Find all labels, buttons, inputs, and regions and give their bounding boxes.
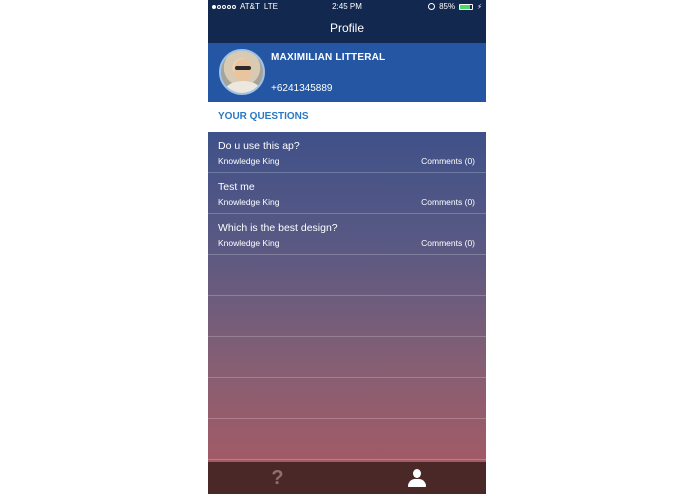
user-icon-body [407,479,426,487]
battery-fill [460,4,471,9]
questions-list: Do u use this ap? Knowledge King Comment… [208,132,486,462]
question-author: Knowledge King [218,156,280,166]
question-author: Knowledge King [218,197,280,207]
question-row[interactable]: Do u use this ap? Knowledge King Comment… [208,132,486,173]
avatar[interactable] [219,49,265,95]
rotation-lock-icon [428,3,436,10]
question-comments-link[interactable]: Comments (0) [421,238,475,248]
profile-name: MAXIMILIAN LITTERAL [271,52,386,63]
battery-percent: 85% [439,2,456,11]
tab-questions[interactable]: ? [208,462,347,494]
question-mark-icon: ? [271,466,284,489]
user-icon [407,469,426,487]
page-title: Profile [329,21,364,35]
question-row[interactable]: Which is the best design? Knowledge King… [208,214,486,255]
tab-bar: ? [208,462,486,494]
phone-screen: AT&T LTE 2:45 PM 85% ⚡ Profile MAXIMILIA… [208,0,486,494]
user-icon-head [412,469,421,478]
empty-row [208,378,486,419]
question-title: Do u use this ap? [218,140,300,152]
profile-phone: +6241345889 [271,83,333,94]
question-author: Knowledge King [218,238,280,248]
empty-row [208,255,486,296]
battery-icon [459,3,474,10]
empty-row [208,419,486,460]
section-title: YOUR QUESTIONS [208,102,486,132]
profile-header: MAXIMILIAN LITTERAL +6241345889 [208,43,486,102]
question-comments-link[interactable]: Comments (0) [421,156,475,166]
avatar-sunglasses [235,66,251,70]
question-comments-link[interactable]: Comments (0) [421,197,475,207]
charging-bolt-icon: ⚡ [477,3,482,11]
empty-row [208,337,486,378]
status-bar: AT&T LTE 2:45 PM 85% ⚡ [208,0,486,14]
avatar-face [234,59,252,81]
avatar-shirt [225,81,261,93]
question-title: Test me [218,181,255,193]
question-row[interactable]: Test me Knowledge King Comments (0) [208,173,486,214]
nav-bar: Profile [208,14,486,43]
empty-row [208,296,486,337]
question-title: Which is the best design? [218,222,338,234]
status-right: 85% ⚡ [428,2,482,11]
tab-profile[interactable] [347,462,486,494]
